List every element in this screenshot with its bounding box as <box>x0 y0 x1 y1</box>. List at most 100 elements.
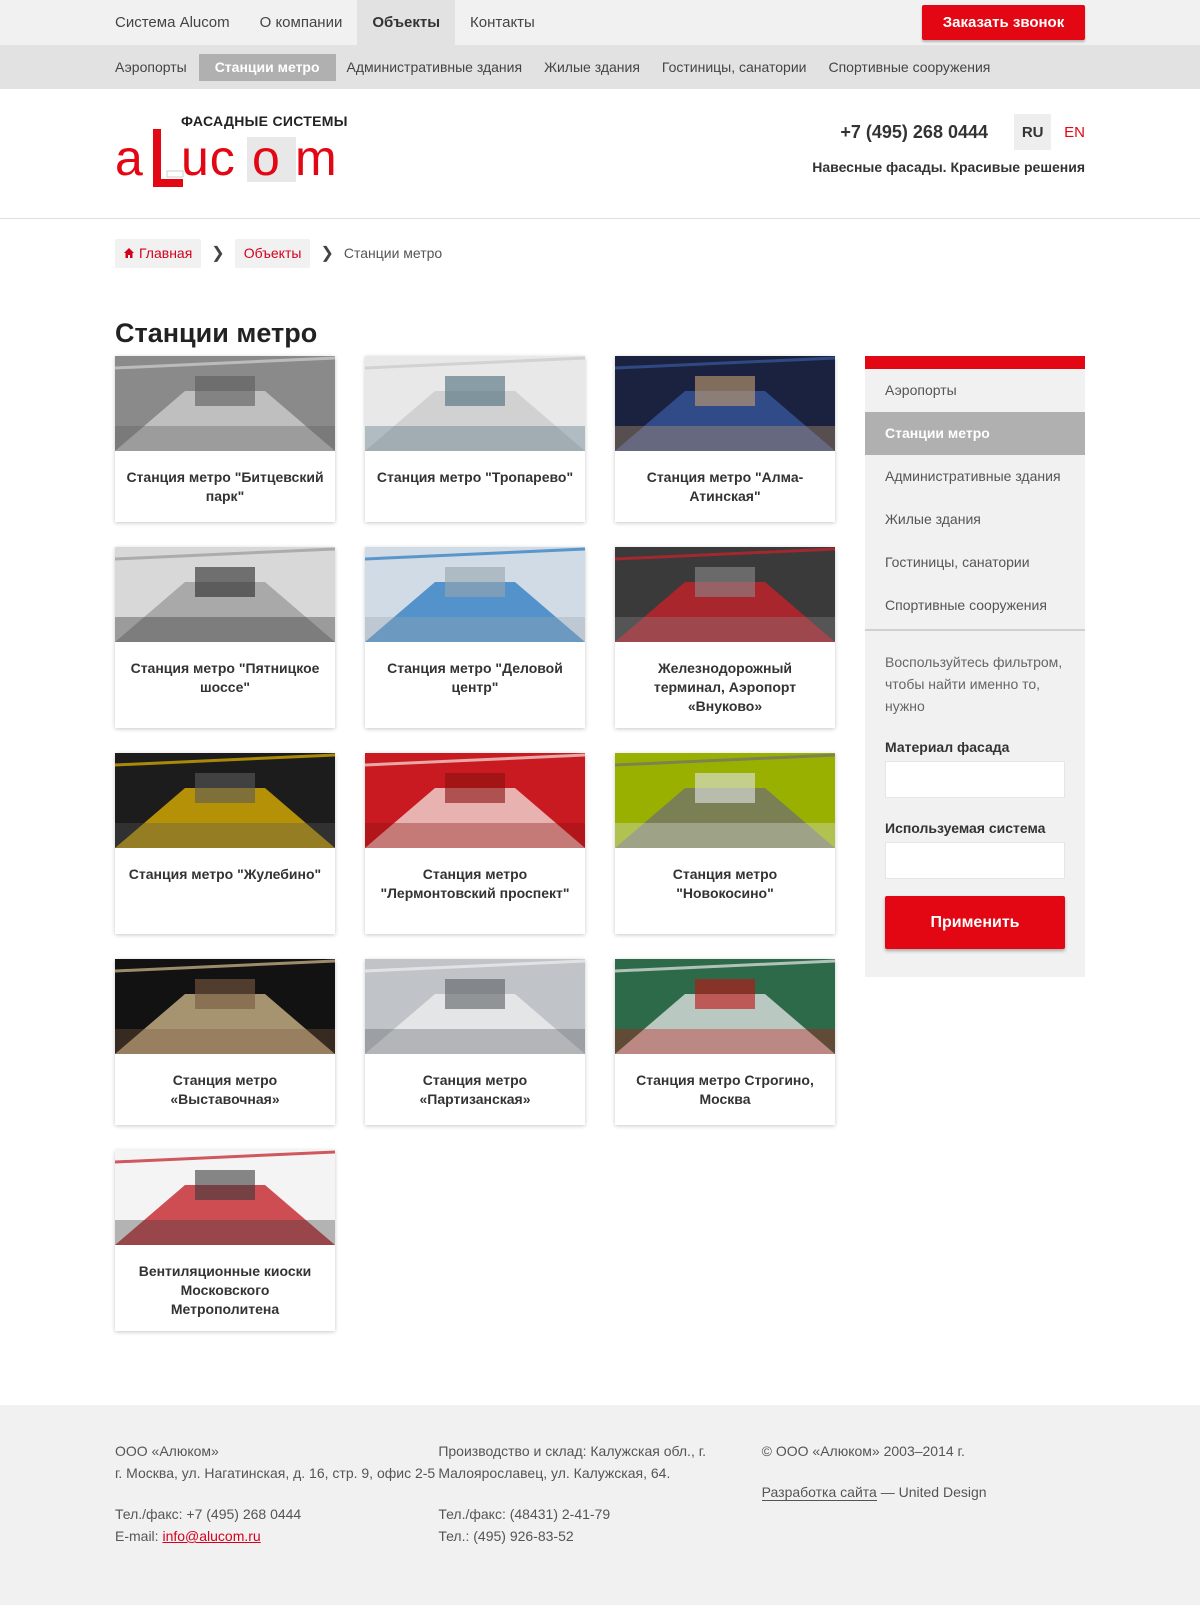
apply-button[interactable]: Применить <box>885 896 1065 949</box>
object-photo[interactable] <box>115 356 335 451</box>
language-switcher: RU EN <box>1014 114 1085 150</box>
object-title[interactable]: Станция метро "Тропарево" <box>365 451 585 522</box>
object-title[interactable]: Станция метро «Партизанская» <box>365 1054 585 1125</box>
footer-dev-link[interactable]: Разработка сайта <box>761 1484 877 1501</box>
object-photo[interactable] <box>365 753 585 848</box>
object-title[interactable]: Станция метро "Жулебино" <box>115 848 335 934</box>
objects-grid: Станция метро "Битцевский парк" Станция м… <box>115 356 865 1331</box>
object-photo[interactable] <box>115 753 335 848</box>
footer: ООО «Алюком» г. Москва, ул. Нагатинская,… <box>0 1405 1200 1605</box>
nav-item-objects[interactable]: Объекты <box>357 0 456 45</box>
subnav-item-metro[interactable]: Станции метро <box>198 53 336 81</box>
object-card[interactable]: Станция метро "Новокосино" <box>615 753 835 934</box>
object-card[interactable]: Станция метро «Партизанская» <box>365 959 585 1125</box>
footer-phone: Тел./факс: +7 (495) 268 0444 <box>115 1506 302 1522</box>
svg-text:o: o <box>252 130 280 186</box>
object-photo[interactable] <box>365 547 585 642</box>
lang-ru[interactable]: RU <box>1014 114 1052 150</box>
object-title[interactable]: Станция метро "Новокосино" <box>615 848 835 934</box>
object-card[interactable]: Железнодорожный терминал, Аэропорт «Внук… <box>615 547 835 728</box>
svg-text:m: m <box>295 130 337 186</box>
material-field[interactable] <box>885 761 1065 798</box>
footer-dev-name: — United Design <box>876 1484 987 1500</box>
object-photo[interactable] <box>365 356 585 451</box>
object-title[interactable]: Станция метро "Деловой центр" <box>365 642 585 728</box>
subnav-item-residential[interactable]: Жилые здания <box>533 54 651 81</box>
object-title[interactable]: Станция метро "Пятницкое шоссе" <box>115 642 335 728</box>
sidebar-item-hotels[interactable]: Гостиницы, санатории <box>865 541 1085 584</box>
object-card[interactable]: Станция метро "Жулебино" <box>115 753 335 934</box>
object-photo[interactable] <box>115 1150 335 1245</box>
object-card[interactable]: Вентиляционные киоски Московского Метроп… <box>115 1150 335 1331</box>
object-title[interactable]: Станция метро "Алма-Атинская" <box>615 451 835 522</box>
order-call-button[interactable]: Заказать звонок <box>922 5 1085 40</box>
breadcrumb-objects[interactable]: Объекты <box>234 238 311 268</box>
svg-text:a: a <box>115 130 144 186</box>
object-title[interactable]: Станция метро "Лермонтовский проспект" <box>365 848 585 934</box>
object-photo[interactable] <box>615 753 835 848</box>
object-photo[interactable] <box>365 959 585 1054</box>
subnav-item-sports[interactable]: Спортивные сооружения <box>817 54 1001 81</box>
breadcrumb-current: Станции метро <box>343 245 443 261</box>
logo-wordmark: a uc o m <box>115 129 337 187</box>
footer-dev-row: Разработка сайта — United Design <box>761 1481 1085 1503</box>
object-photo[interactable] <box>115 547 335 642</box>
object-photo[interactable] <box>115 959 335 1054</box>
object-card[interactable]: Станция метро «Выставочная» <box>115 959 335 1125</box>
page-title: Станции метро <box>115 318 318 348</box>
slogan: Навесные фасады. Красивые решения <box>812 159 1085 175</box>
object-photo[interactable] <box>615 356 835 451</box>
header-phone[interactable]: +7 (495) 268 0444 <box>840 122 988 143</box>
subnav-item-hotels[interactable]: Гостиницы, санатории <box>651 54 818 81</box>
object-title[interactable]: Станция метро «Выставочная» <box>115 1054 335 1125</box>
lang-en[interactable]: EN <box>1064 124 1085 141</box>
sidebar-item-metro[interactable]: Станции метро <box>865 412 1085 455</box>
filter-hint: Воспользуйтесь фильтром, чтобы найти име… <box>885 654 1063 714</box>
breadcrumb-home-label: Главная <box>139 245 193 261</box>
home-icon <box>124 248 134 258</box>
subnav-item-admin[interactable]: Административные здания <box>336 54 534 81</box>
footer-address: г. Москва, ул. Нагатинская, д. 16, стр. … <box>115 1465 436 1481</box>
breadcrumb-home[interactable]: Главная <box>115 238 202 268</box>
footer-production-address: Производство и склад: Калужская обл., г.… <box>438 1443 707 1481</box>
footer-company: ООО «Алюком» <box>115 1443 219 1459</box>
logo-subtitle: ФАСАДНЫЕ СИСТЕМЫ <box>181 113 348 129</box>
system-field[interactable] <box>885 842 1065 879</box>
footer-email-link[interactable]: info@alucom.ru <box>162 1528 260 1544</box>
footer-phone-2: Тел.: (495) 926-83-52 <box>438 1528 574 1544</box>
object-title[interactable]: Станция метро Строгино, Москва <box>615 1054 835 1125</box>
object-photo[interactable] <box>615 547 835 642</box>
logo[interactable]: ФАСАДНЫЕ СИСТЕМЫ a uc o m <box>115 109 355 199</box>
sidebar-item-airports[interactable]: Аэропорты <box>865 369 1085 412</box>
footer-email-label: E-mail: <box>115 1528 163 1544</box>
object-card[interactable]: Станция метро "Пятницкое шоссе" <box>115 547 335 728</box>
site-header: ФАСАДНЫЕ СИСТЕМЫ a uc o m +7 (495) 268 0… <box>0 89 1200 219</box>
footer-contacts: ООО «Алюком» г. Москва, ул. Нагатинская,… <box>115 1440 438 1547</box>
nav-item-contacts[interactable]: Контакты <box>455 0 550 45</box>
object-card[interactable]: Станция метро "Алма-Атинская" <box>615 356 835 522</box>
object-title[interactable]: Железнодорожный терминал, Аэропорт «Внук… <box>615 642 835 728</box>
object-card[interactable]: Станция метро "Битцевский парк" <box>115 356 335 522</box>
footer-legal: © ООО «Алюком» 2003–2014 г. Разработка с… <box>761 1440 1085 1547</box>
category-nav: Аэропорты Станции метро Административные… <box>115 53 1001 81</box>
sidebar-item-residential[interactable]: Жилые здания <box>865 498 1085 541</box>
object-card[interactable]: Станция метро Строгино, Москва <box>615 959 835 1125</box>
object-title[interactable]: Вентиляционные киоски Московского Метроп… <box>115 1245 335 1331</box>
chevron-right-icon: ❯ <box>320 245 334 262</box>
object-card[interactable]: Станция метро "Лермонтовский проспект" <box>365 753 585 934</box>
nav-item-about[interactable]: О компании <box>245 0 358 45</box>
object-title[interactable]: Станция метро "Битцевский парк" <box>115 451 335 522</box>
nav-item-system[interactable]: Система Alucom <box>115 0 245 45</box>
object-card[interactable]: Станция метро "Деловой центр" <box>365 547 585 728</box>
subnav-item-airports[interactable]: Аэропорты <box>115 54 198 81</box>
sidebar-item-sports[interactable]: Спортивные сооружения <box>865 584 1085 627</box>
material-label: Материал фасада <box>885 739 1010 755</box>
object-photo[interactable] <box>615 959 835 1054</box>
footer-phone-fax: Тел./факс: (48431) 2-41-79 <box>438 1506 611 1522</box>
object-card[interactable]: Станция метро "Тропарево" <box>365 356 585 522</box>
system-label: Используемая система <box>885 820 1046 836</box>
svg-text:uc: uc <box>181 130 236 186</box>
sidebar-item-admin[interactable]: Административные здания <box>865 455 1085 498</box>
footer-email-row: E-mail: info@alucom.ru <box>115 1525 438 1547</box>
footer-copyright: © ООО «Алюком» 2003–2014 г. <box>761 1443 965 1459</box>
